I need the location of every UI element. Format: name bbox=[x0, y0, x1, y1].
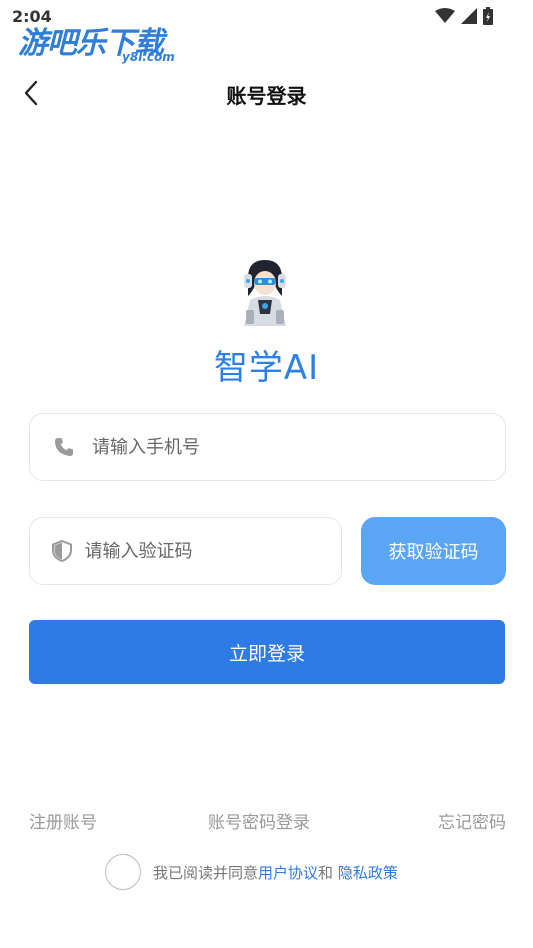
user-agreement-link[interactable]: 用户协议 bbox=[258, 864, 318, 882]
agreement-checkbox[interactable] bbox=[105, 854, 141, 890]
status-icons bbox=[435, 7, 493, 25]
phone-field bbox=[29, 413, 506, 481]
phone-icon bbox=[52, 435, 76, 459]
wifi-icon bbox=[435, 8, 455, 23]
watermark-domain: y8l.com bbox=[122, 50, 175, 64]
register-link[interactable]: 注册账号 bbox=[29, 808, 97, 833]
agreement-and: 和 bbox=[318, 863, 338, 882]
password-login-link[interactable]: 账号密码登录 bbox=[208, 808, 310, 833]
agreement-text: 我已阅读并同意用户协议和 隐私政策 bbox=[153, 862, 398, 883]
phone-input[interactable] bbox=[92, 436, 392, 458]
code-field bbox=[29, 517, 342, 585]
shield-icon bbox=[52, 539, 73, 563]
bottom-links: 注册账号 账号密码登录 忘记密码 bbox=[29, 808, 506, 834]
login-button[interactable]: 立即登录 bbox=[29, 620, 505, 684]
robot-avatar-icon bbox=[244, 260, 286, 326]
signal-icon bbox=[461, 8, 477, 24]
agreement-row: 我已阅读并同意用户协议和 隐私政策 bbox=[105, 853, 398, 891]
battery-icon bbox=[483, 7, 493, 25]
privacy-policy-link[interactable]: 隐私政策 bbox=[338, 864, 398, 882]
watermark-logo: 游吧乐下载 y8l.com bbox=[18, 18, 188, 66]
agreement-prefix: 我已阅读并同意 bbox=[153, 863, 259, 882]
forgot-password-link[interactable]: 忘记密码 bbox=[438, 808, 506, 833]
page-title: 账号登录 bbox=[226, 84, 307, 108]
nav-bar: 账号登录 bbox=[0, 70, 533, 116]
get-code-button[interactable]: 获取验证码 bbox=[361, 517, 506, 585]
app-name: 智学AI bbox=[213, 348, 320, 388]
code-input[interactable] bbox=[84, 540, 341, 562]
app-logo bbox=[236, 256, 294, 326]
